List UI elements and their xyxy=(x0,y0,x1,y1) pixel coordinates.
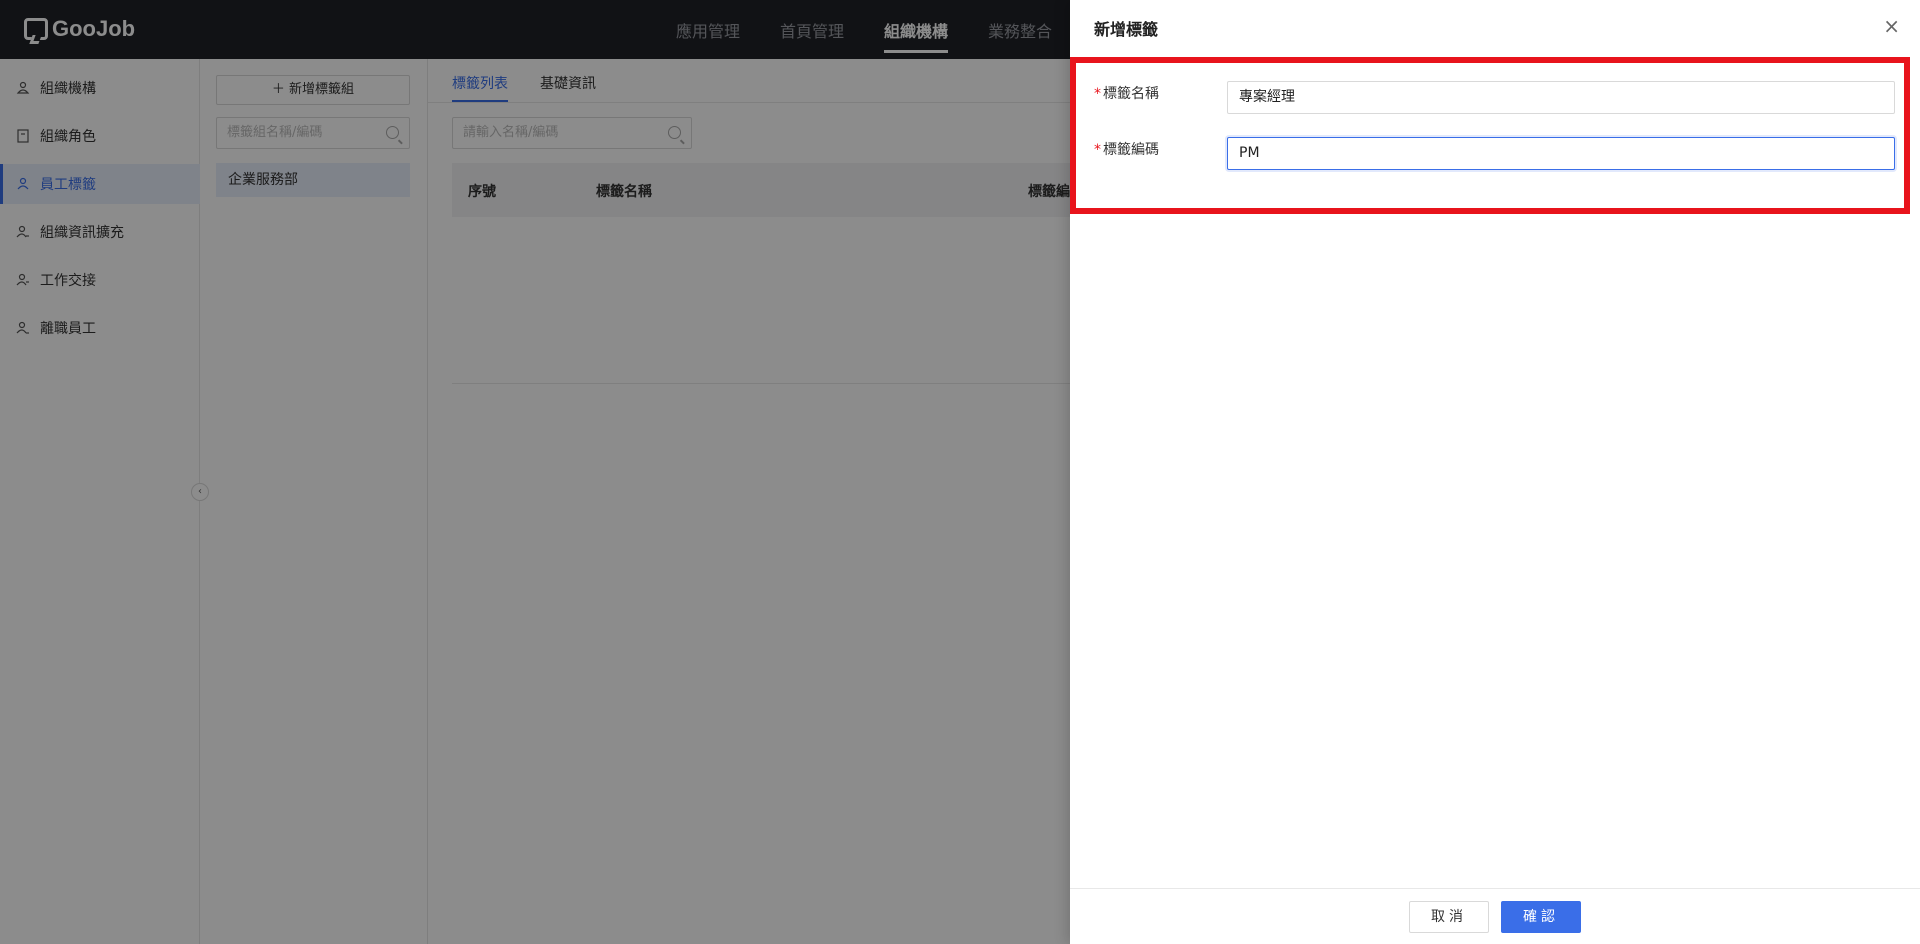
confirm-button[interactable]: 確認 xyxy=(1501,901,1581,933)
required-mark: * xyxy=(1094,86,1101,102)
modal-mask[interactable] xyxy=(0,0,1070,944)
drawer-footer: 取消 確認 xyxy=(1070,888,1920,944)
tag-name-label: * 標籤名稱 xyxy=(1094,83,1159,103)
tag-code-label: * 標籤編碼 xyxy=(1094,139,1159,159)
tag-name-label-text: 標籤名稱 xyxy=(1103,86,1159,102)
tag-code-label-text: 標籤編碼 xyxy=(1103,142,1159,158)
close-icon[interactable]: × xyxy=(1883,14,1900,38)
tag-code-field[interactable]: PM xyxy=(1227,137,1895,170)
drawer-title: 新增標籤 xyxy=(1094,20,1159,39)
required-mark: * xyxy=(1094,142,1101,158)
add-tag-drawer: 新增標籤 × * 標籤名稱 專案經理 * 標籤編碼 PM 取消 確認 xyxy=(1070,0,1920,944)
highlight-box: * 標籤名稱 專案經理 * 標籤編碼 PM xyxy=(1070,57,1910,214)
tag-name-field[interactable]: 專案經理 xyxy=(1227,81,1895,114)
cancel-button[interactable]: 取消 xyxy=(1409,901,1489,933)
